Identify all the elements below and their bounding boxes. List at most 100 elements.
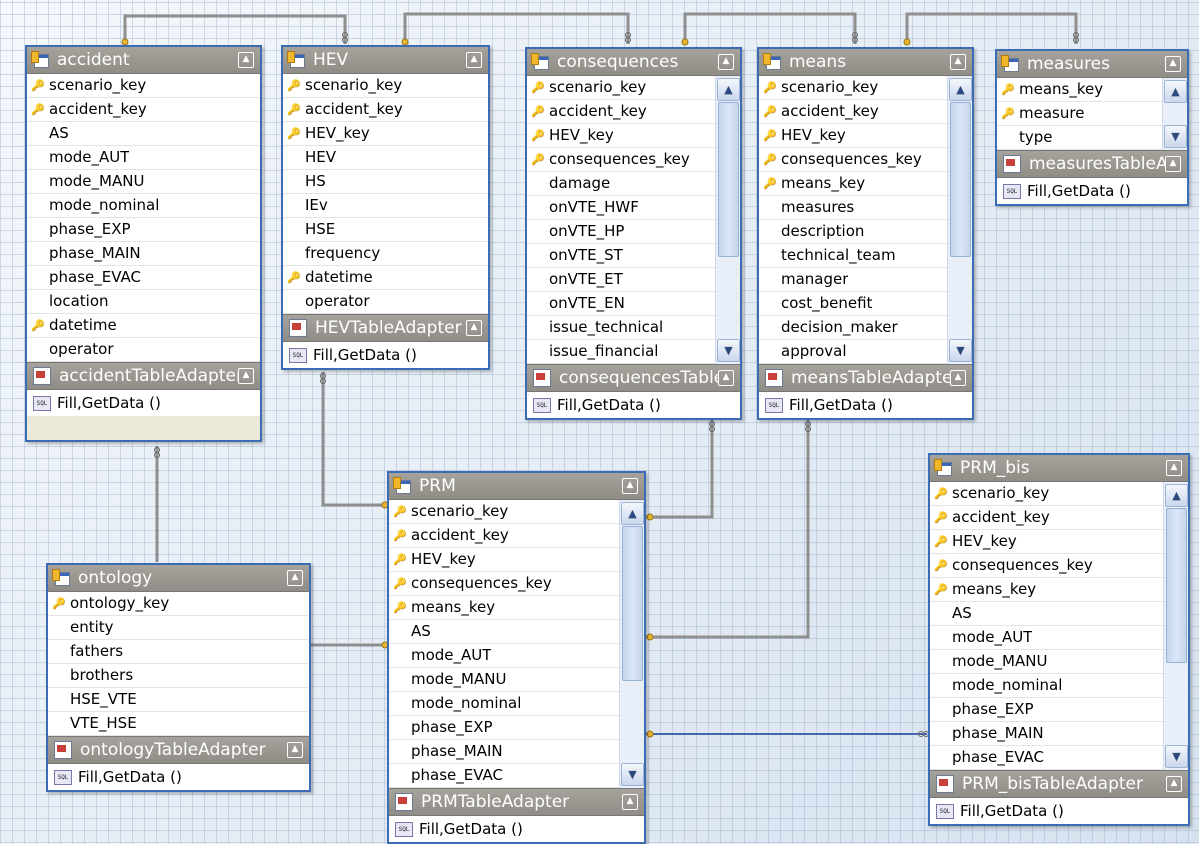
field-row[interactable]: 🔑 consequences_key	[930, 554, 1188, 578]
field-row[interactable]: type	[997, 126, 1187, 150]
table-header[interactable]: measures ▲	[997, 51, 1187, 78]
scroll-thumb[interactable]	[622, 526, 643, 681]
table-consequences[interactable]: consequences ▲ 🔑 scenario_key 🔑 accident_ke…	[525, 47, 742, 420]
collapse-icon[interactable]: ▲	[1166, 776, 1182, 792]
collapse-icon[interactable]: ▲	[718, 370, 734, 386]
field-row[interactable]: frequency	[283, 242, 488, 266]
field-row[interactable]: mode_nominal	[389, 692, 644, 716]
adapter-header[interactable]: HEVTableAdapter ▲	[283, 314, 488, 342]
field-row[interactable]: damage	[527, 172, 740, 196]
field-row[interactable]: cost_benefit	[759, 292, 972, 316]
field-row[interactable]: phase_EXP	[930, 698, 1188, 722]
collapse-icon[interactable]: ▲	[287, 742, 303, 758]
table-header[interactable]: ontology ▲	[48, 565, 309, 592]
field-row[interactable]: 🔑 means_key	[997, 78, 1187, 102]
field-row[interactable]: mode_AUT	[27, 146, 260, 170]
field-row[interactable]: phase_EXP	[389, 716, 644, 740]
field-row[interactable]: 🔑 means_key	[930, 578, 1188, 602]
field-row[interactable]: 🔑 scenario_key	[27, 74, 260, 98]
adapter-method[interactable]: SQL Fill,GetData ()	[27, 390, 260, 416]
field-row[interactable]: phase_EXP	[27, 218, 260, 242]
field-row[interactable]: 🔑 accident_key	[283, 98, 488, 122]
field-list[interactable]: 🔑 means_key 🔑 measure type ▲ ▼	[997, 78, 1187, 150]
vertical-scrollbar[interactable]: ▲ ▼	[1163, 482, 1188, 770]
field-row[interactable]: 🔑 HEV_key	[283, 122, 488, 146]
field-row[interactable]: approval	[759, 340, 972, 364]
adapter-header[interactable]: measuresTableAdapter ▲	[997, 150, 1187, 178]
field-row[interactable]: phase_EVAC	[389, 764, 644, 788]
field-row[interactable]: measures	[759, 196, 972, 220]
field-row[interactable]: AS	[389, 620, 644, 644]
field-row[interactable]: VTE_HSE	[48, 712, 309, 736]
vertical-scrollbar[interactable]: ▲ ▼	[947, 76, 972, 364]
table-header[interactable]: HEV ▲	[283, 47, 488, 74]
collapse-icon[interactable]: ▲	[1165, 156, 1181, 172]
field-row[interactable]: 🔑 consequences_key	[389, 572, 644, 596]
table-header[interactable]: means ▲	[759, 49, 972, 76]
field-row[interactable]: mode_MANU	[389, 668, 644, 692]
adapter-header[interactable]: accidentTableAdapter ▲	[27, 362, 260, 390]
field-row[interactable]: 🔑 HEV_key	[759, 124, 972, 148]
field-row[interactable]: operator	[283, 290, 488, 314]
collapse-icon[interactable]: ▲	[466, 52, 482, 68]
field-row[interactable]: phase_MAIN	[389, 740, 644, 764]
field-row[interactable]: 🔑 means_key	[759, 172, 972, 196]
field-row[interactable]: IEv	[283, 194, 488, 218]
vertical-scrollbar[interactable]: ▲ ▼	[715, 76, 740, 364]
vertical-scrollbar[interactable]: ▲ ▼	[1162, 78, 1187, 150]
field-row[interactable]: 🔑 scenario_key	[930, 482, 1188, 506]
adapter-method[interactable]: SQL Fill,GetData ()	[527, 392, 740, 418]
table-accident[interactable]: accident ▲ 🔑 scenario_key 🔑 accident_key AS m…	[25, 45, 262, 442]
field-row[interactable]: 🔑 measure	[997, 102, 1187, 126]
field-row[interactable]: issue_technical	[527, 316, 740, 340]
collapse-icon[interactable]: ▲	[238, 52, 254, 68]
field-row[interactable]: decision_maker	[759, 316, 972, 340]
field-row[interactable]: operator	[27, 338, 260, 362]
collapse-icon[interactable]: ▲	[718, 54, 734, 70]
field-row[interactable]: 🔑 scenario_key	[759, 76, 972, 100]
field-row[interactable]: 🔑 consequences_key	[527, 148, 740, 172]
field-row[interactable]: 🔑 HEV_key	[389, 548, 644, 572]
field-row[interactable]: issue_financial	[527, 340, 740, 364]
field-row[interactable]: phase_MAIN	[27, 242, 260, 266]
field-row[interactable]: 🔑 scenario_key	[283, 74, 488, 98]
scroll-up-icon[interactable]: ▲	[717, 78, 740, 101]
field-row[interactable]: mode_AUT	[389, 644, 644, 668]
adapter-method[interactable]: SQL Fill,GetData ()	[759, 392, 972, 418]
field-row[interactable]: HSE_VTE	[48, 688, 309, 712]
scroll-up-icon[interactable]: ▲	[621, 502, 644, 525]
field-row[interactable]: HS	[283, 170, 488, 194]
scroll-down-icon[interactable]: ▼	[1165, 745, 1188, 768]
field-row[interactable]: onVTE_EN	[527, 292, 740, 316]
field-row[interactable]: 🔑 accident_key	[389, 524, 644, 548]
field-row[interactable]: mode_AUT	[930, 626, 1188, 650]
table-measures[interactable]: measures ▲ 🔑 means_key 🔑 measure type ▲ ▼ meas…	[995, 49, 1189, 206]
scroll-up-icon[interactable]: ▲	[1164, 80, 1187, 103]
field-row[interactable]: location	[27, 290, 260, 314]
field-list[interactable]: 🔑 ontology_key entity fathers brothers HSE_VT…	[48, 592, 309, 736]
adapter-method[interactable]: SQL Fill,GetData ()	[930, 798, 1188, 824]
table-header[interactable]: PRM ▲	[389, 473, 644, 500]
field-row[interactable]: 🔑 accident_key	[527, 100, 740, 124]
field-row[interactable]: 🔑 scenario_key	[527, 76, 740, 100]
scroll-thumb[interactable]	[718, 102, 739, 257]
adapter-method[interactable]: SQL Fill,GetData ()	[997, 178, 1187, 204]
scroll-thumb[interactable]	[950, 102, 971, 257]
field-list[interactable]: 🔑 scenario_key 🔑 accident_key 🔑 HEV_key 🔑 conse…	[527, 76, 740, 364]
scroll-up-icon[interactable]: ▲	[949, 78, 972, 101]
adapter-header[interactable]: PRMTableAdapter ▲	[389, 788, 644, 816]
table-header[interactable]: PRM_bis ▲	[930, 455, 1188, 482]
field-row[interactable]: phase_EVAC	[930, 746, 1188, 770]
field-row[interactable]: 🔑 consequences_key	[759, 148, 972, 172]
scroll-down-icon[interactable]: ▼	[1164, 125, 1187, 148]
field-row[interactable]: brothers	[48, 664, 309, 688]
field-row[interactable]: 🔑 accident_key	[27, 98, 260, 122]
adapter-header[interactable]: PRM_bisTableAdapter ▲	[930, 770, 1188, 798]
adapter-header[interactable]: ontologyTableAdapter ▲	[48, 736, 309, 764]
table-header[interactable]: consequences ▲	[527, 49, 740, 76]
scroll-down-icon[interactable]: ▼	[717, 339, 740, 362]
field-row[interactable]: HEV	[283, 146, 488, 170]
field-row[interactable]: 🔑 means_key	[389, 596, 644, 620]
scroll-up-icon[interactable]: ▲	[1165, 484, 1188, 507]
field-row[interactable]: 🔑 accident_key	[930, 506, 1188, 530]
